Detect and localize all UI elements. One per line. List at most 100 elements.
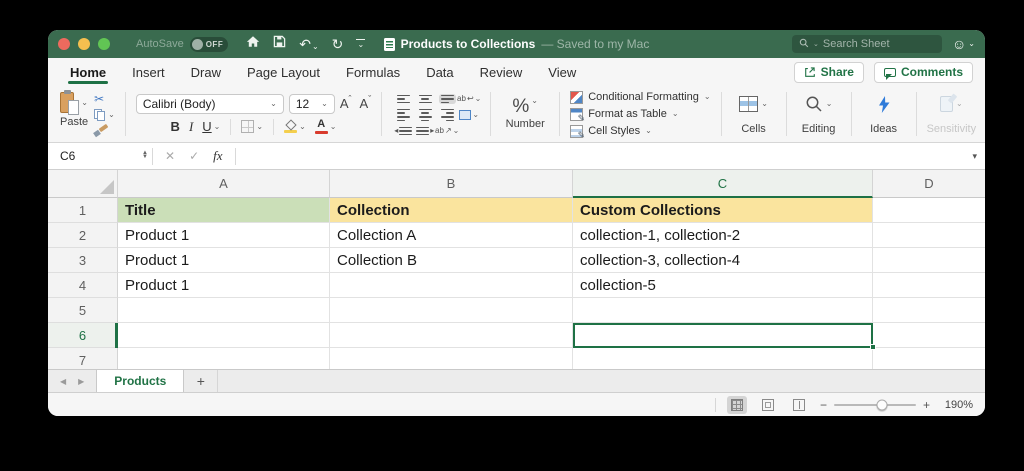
ideas-button[interactable] bbox=[876, 93, 892, 115]
active-cell-selection[interactable] bbox=[573, 323, 873, 348]
align-center-button[interactable] bbox=[417, 108, 434, 122]
font-size-select[interactable]: 12 ⌄ bbox=[288, 93, 335, 114]
cell-b1[interactable]: Collection bbox=[330, 198, 573, 223]
tab-insert[interactable]: Insert bbox=[132, 61, 165, 84]
cell-d6[interactable] bbox=[873, 323, 985, 348]
zoom-window-button[interactable] bbox=[98, 38, 110, 50]
page-layout-view-button[interactable] bbox=[758, 396, 778, 414]
undo-button[interactable]: ↶ ⌄ bbox=[299, 37, 318, 51]
formula-input[interactable] bbox=[236, 143, 985, 169]
column-header-a[interactable]: A bbox=[118, 170, 330, 198]
cancel-entry-icon[interactable]: ✕ bbox=[165, 149, 175, 163]
insert-function-icon[interactable]: fx bbox=[213, 148, 222, 164]
share-button[interactable]: Share bbox=[793, 61, 864, 83]
cell-c3[interactable]: collection-3, collection-4 bbox=[573, 248, 873, 273]
fill-handle[interactable] bbox=[870, 344, 876, 350]
align-left-button[interactable] bbox=[395, 108, 412, 122]
font-name-select[interactable]: Calibri (Body) ⌄ bbox=[135, 93, 284, 114]
next-sheet-icon[interactable]: ▶ bbox=[78, 377, 84, 386]
confirm-entry-icon[interactable]: ✓ bbox=[189, 149, 199, 163]
search-input[interactable]: ⌄ Search Sheet bbox=[792, 35, 942, 53]
cell-a1[interactable]: Title bbox=[118, 198, 330, 223]
tab-data[interactable]: Data bbox=[426, 61, 453, 84]
zoom-in-button[interactable]: + bbox=[923, 399, 930, 411]
column-header-c[interactable]: C bbox=[573, 170, 873, 198]
cell-c4[interactable]: collection-5 bbox=[573, 273, 873, 298]
tab-view[interactable]: View bbox=[548, 61, 576, 84]
cell-b2[interactable]: Collection A bbox=[330, 223, 573, 248]
comments-button[interactable]: Comments bbox=[873, 61, 973, 83]
cell-c5[interactable] bbox=[573, 298, 873, 323]
format-painter-button[interactable] bbox=[93, 123, 115, 138]
name-box[interactable]: C6 ▲ ▼ bbox=[56, 149, 152, 163]
percent-style-button[interactable]: % ⌄ bbox=[512, 96, 538, 116]
zoom-slider-knob[interactable] bbox=[876, 399, 888, 410]
grow-font-button[interactable]: A ˆ bbox=[340, 94, 352, 111]
borders-button[interactable]: ⌄ bbox=[239, 120, 265, 133]
add-sheet-button[interactable]: + bbox=[184, 370, 219, 392]
cell-styles-button[interactable]: ✎ Cell Styles ⌄ bbox=[570, 124, 652, 139]
close-window-button[interactable] bbox=[58, 38, 70, 50]
feedback-button[interactable]: ☺ ⌄ bbox=[952, 37, 975, 51]
sensitivity-button[interactable]: ⌄ bbox=[939, 93, 963, 115]
zoom-slider[interactable] bbox=[833, 399, 916, 410]
cell-d3[interactable] bbox=[873, 248, 985, 273]
cell-c1[interactable]: Custom Collections bbox=[573, 198, 873, 223]
decrease-indent-button[interactable]: ◂ bbox=[392, 126, 414, 137]
zoom-level[interactable]: 190% bbox=[941, 399, 973, 411]
tab-review[interactable]: Review bbox=[480, 61, 523, 84]
align-right-button[interactable] bbox=[439, 108, 456, 122]
normal-view-button[interactable] bbox=[726, 395, 747, 414]
cell-a6[interactable] bbox=[118, 323, 330, 348]
row-header-6[interactable]: 6 bbox=[48, 323, 118, 348]
editing-button[interactable]: ⌄ bbox=[805, 93, 832, 115]
shrink-font-button[interactable]: A ˇ bbox=[360, 94, 372, 111]
undo-dropdown-chevron-icon[interactable]: ⌄ bbox=[312, 43, 319, 51]
tab-home[interactable]: Home bbox=[67, 61, 109, 84]
formula-bar-expand-icon[interactable]: ▾ bbox=[972, 143, 977, 169]
cell-a7[interactable] bbox=[118, 348, 330, 369]
wrap-text-button[interactable]: ab ↩ ⌄ bbox=[455, 94, 483, 104]
sheet-tab-products[interactable]: Products bbox=[96, 370, 185, 392]
select-all-corner[interactable] bbox=[48, 170, 118, 198]
cell-d7[interactable] bbox=[873, 348, 985, 369]
cell-a4[interactable]: Product 1 bbox=[118, 273, 330, 298]
row-header-4[interactable]: 4 bbox=[48, 273, 118, 298]
align-top-button[interactable] bbox=[395, 94, 412, 105]
prev-sheet-icon[interactable]: ◀ bbox=[60, 377, 66, 386]
merge-center-button[interactable]: ⌄ bbox=[457, 109, 481, 121]
cell-b7[interactable] bbox=[330, 348, 573, 369]
search-scope-chevron-icon[interactable]: ⌄ bbox=[813, 40, 819, 48]
save-icon[interactable] bbox=[273, 35, 286, 53]
minimize-window-button[interactable] bbox=[78, 38, 90, 50]
column-header-d[interactable]: D bbox=[873, 170, 985, 198]
row-header-1[interactable]: 1 bbox=[48, 198, 118, 223]
font-color-button[interactable]: A ⌄ bbox=[313, 119, 339, 134]
home-icon[interactable] bbox=[246, 35, 260, 53]
row-header-3[interactable]: 3 bbox=[48, 248, 118, 273]
paste-button[interactable]: ⌄ Paste bbox=[60, 90, 88, 130]
cell-b3[interactable]: Collection B bbox=[330, 248, 573, 273]
zoom-out-button[interactable]: − bbox=[820, 399, 827, 411]
cell-d1[interactable] bbox=[873, 198, 985, 223]
cells-button[interactable]: ⌄ bbox=[739, 93, 768, 115]
name-box-stepper[interactable]: ▲ ▼ bbox=[142, 151, 152, 160]
cell-a3[interactable]: Product 1 bbox=[118, 248, 330, 273]
bold-button[interactable]: B bbox=[169, 119, 182, 134]
paste-chevron-icon[interactable]: ⌄ bbox=[81, 99, 88, 107]
toolbar-options-icon[interactable]: ⌄ bbox=[356, 38, 366, 50]
tab-page-layout[interactable]: Page Layout bbox=[247, 61, 320, 84]
tab-draw[interactable]: Draw bbox=[191, 61, 221, 84]
cell-d4[interactable] bbox=[873, 273, 985, 298]
cell-a2[interactable]: Product 1 bbox=[118, 223, 330, 248]
cell-d5[interactable] bbox=[873, 298, 985, 323]
redo-button[interactable]: ↻ bbox=[332, 37, 344, 51]
cell-b5[interactable] bbox=[330, 298, 573, 323]
cut-button[interactable]: ✂ bbox=[94, 93, 115, 105]
align-middle-button[interactable] bbox=[417, 94, 434, 105]
copy-button[interactable]: ⌄ bbox=[94, 109, 115, 121]
format-as-table-button[interactable]: ✎ Format as Table ⌄ bbox=[570, 107, 679, 122]
cell-a5[interactable] bbox=[118, 298, 330, 323]
cell-b4[interactable] bbox=[330, 273, 573, 298]
row-header-2[interactable]: 2 bbox=[48, 223, 118, 248]
